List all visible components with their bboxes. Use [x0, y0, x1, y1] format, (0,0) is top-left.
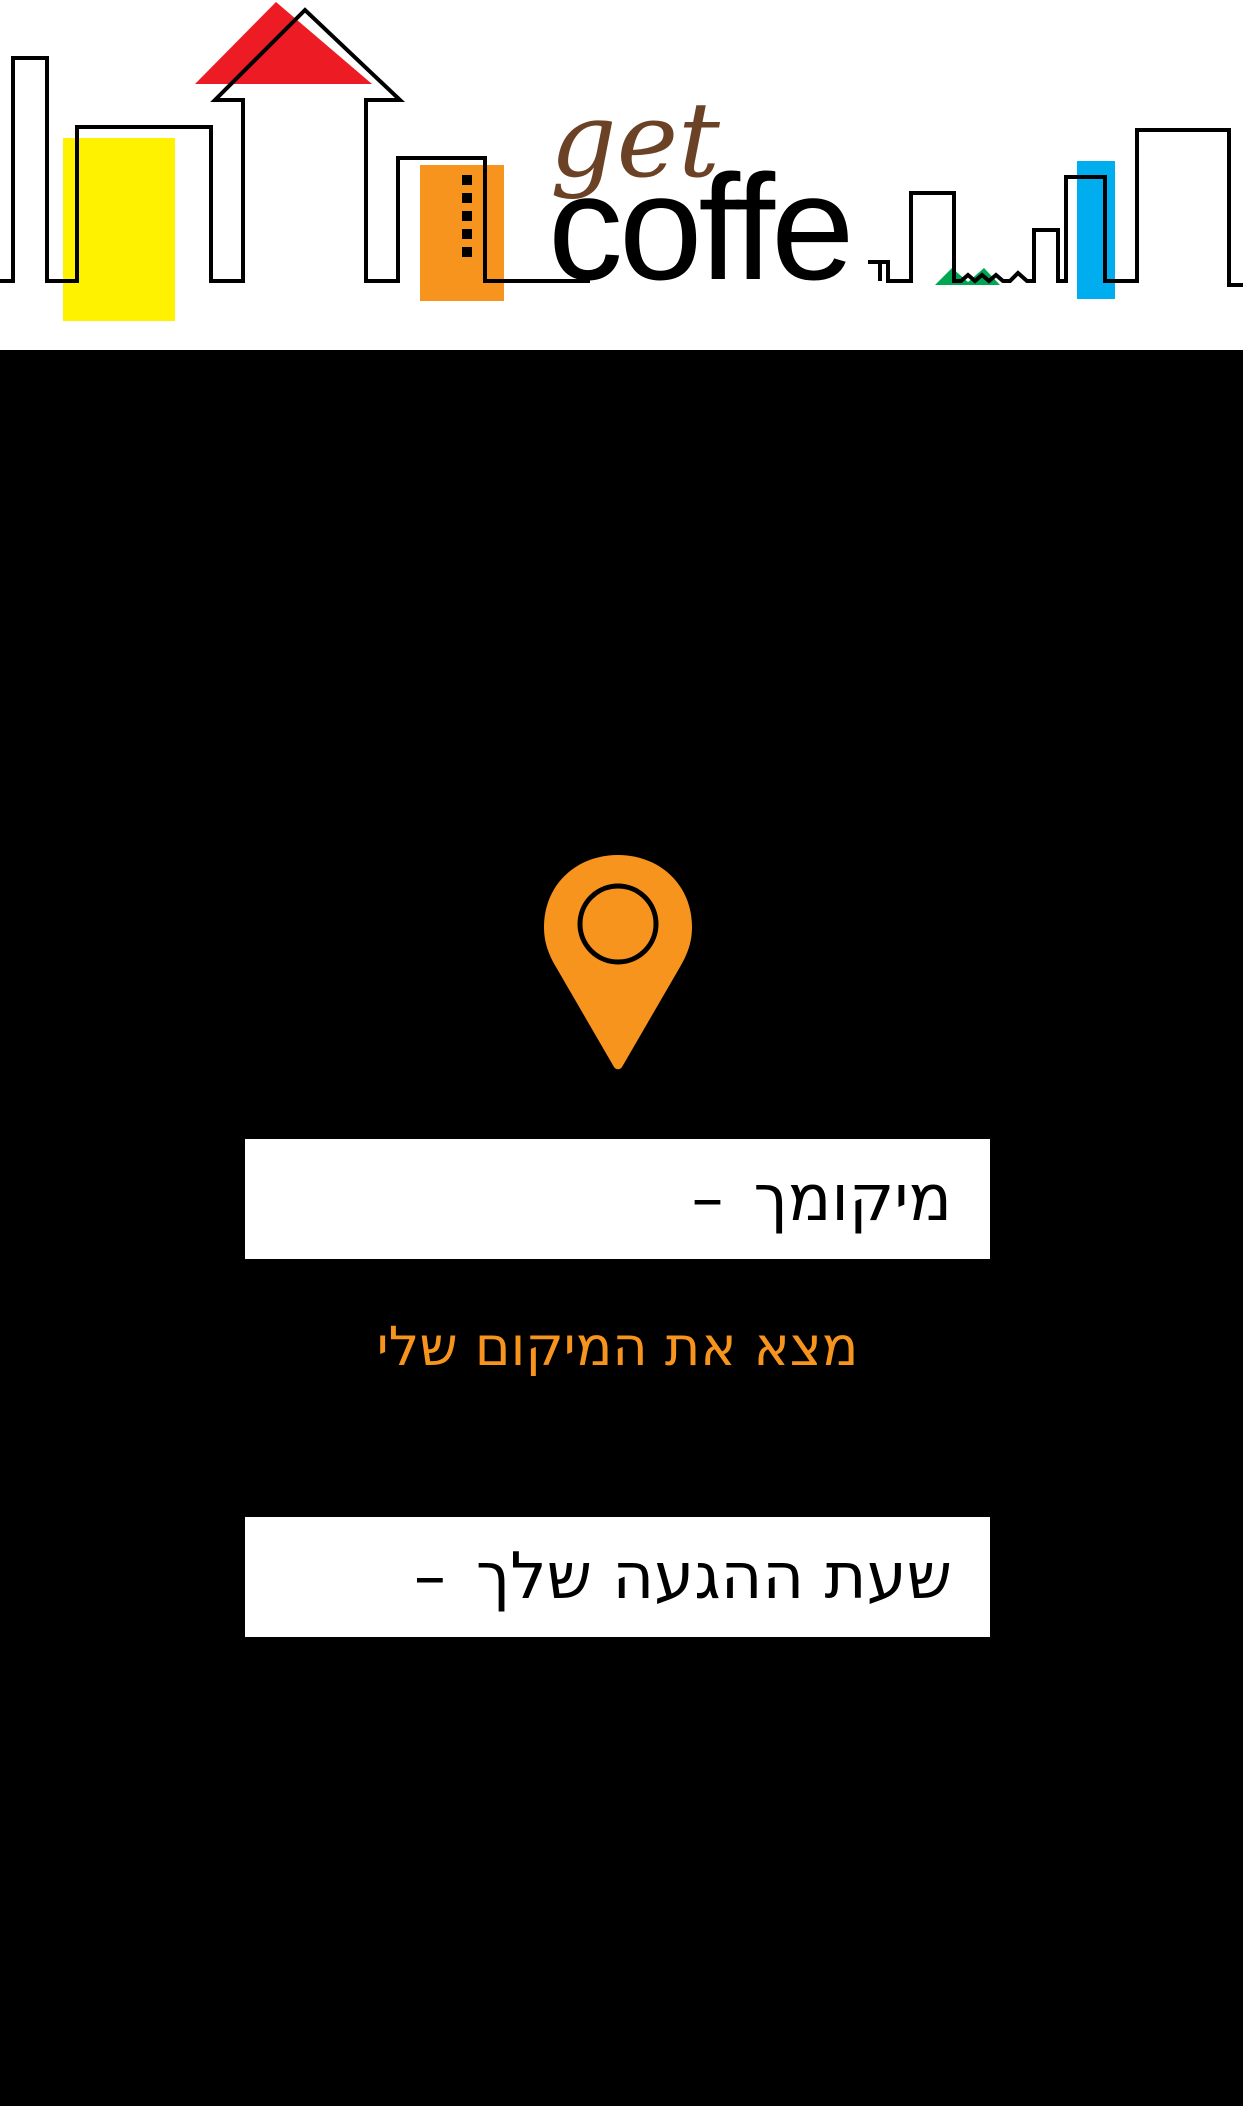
arrival-value: –: [413, 1540, 446, 1614]
skyline-outline-right: [868, 128, 1243, 287]
logo-coffe-text: coffe: [548, 143, 854, 311]
find-my-location-link[interactable]: מצא את המיקום שלי: [245, 1315, 990, 1378]
location-value: –: [691, 1162, 724, 1236]
red-roof: [195, 2, 372, 84]
arrival-time-field[interactable]: שעת ההגעה שלך –: [245, 1517, 990, 1637]
location-field[interactable]: מיקומך –: [245, 1139, 990, 1259]
blue-building-block: [1077, 161, 1115, 299]
app-header: get coffe: [0, 0, 1243, 350]
yellow-building-block: [63, 138, 175, 321]
location-label: מיקומך: [753, 1162, 952, 1236]
map-pin-icon: [544, 855, 692, 1070]
arrival-label: שעת ההגעה שלך: [475, 1540, 952, 1614]
